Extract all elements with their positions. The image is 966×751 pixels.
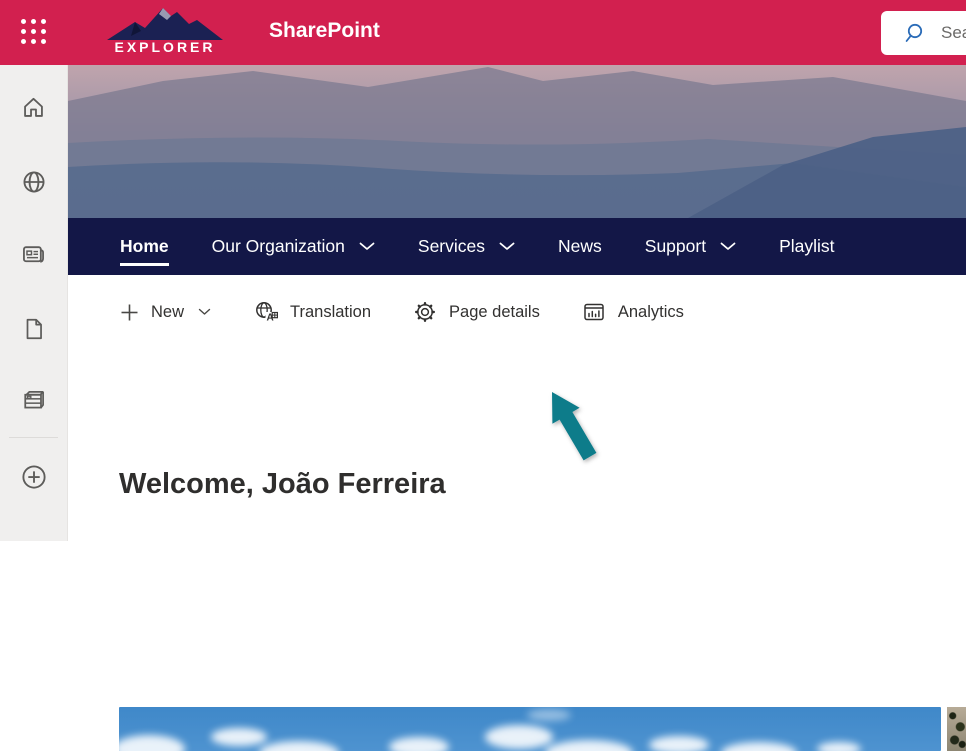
nav-label: Home — [120, 236, 169, 257]
sidebar-divider — [9, 437, 58, 438]
sidebar-item-create[interactable] — [14, 457, 54, 497]
suite-header: EXPLORER SharePoint — [0, 0, 966, 65]
nav-item-home[interactable]: Home — [120, 218, 169, 275]
nav-label: News — [558, 236, 602, 257]
nav-item-support[interactable]: Support — [645, 218, 736, 275]
search-box[interactable] — [881, 11, 966, 55]
analytics-icon — [582, 300, 606, 324]
nav-item-services[interactable]: Services — [418, 218, 515, 275]
library-icon — [20, 386, 48, 414]
home-icon — [20, 94, 47, 121]
chevron-down-icon — [198, 308, 211, 316]
sky-photo-image — [119, 707, 941, 751]
analytics-button[interactable]: Analytics — [582, 300, 684, 324]
search-icon — [905, 22, 928, 45]
nav-label: Playlist — [779, 236, 834, 257]
globe-icon — [20, 168, 48, 196]
nav-item-playlist[interactable]: Playlist — [779, 218, 834, 275]
page-details-button-label: Page details — [449, 303, 540, 322]
page-title: Welcome, João Ferreira — [119, 468, 446, 501]
news-icon — [20, 241, 47, 268]
new-button[interactable]: New — [120, 303, 211, 322]
sidebar-item-news[interactable] — [14, 234, 54, 274]
site-navigation: Home Our Organization Services News Supp… — [68, 218, 966, 275]
pointer-arrow-annotation — [528, 388, 618, 473]
hero-banner-image — [68, 65, 966, 218]
app-title: SharePoint — [269, 19, 380, 43]
search-input[interactable] — [941, 23, 966, 43]
logo-text: EXPLORER — [114, 40, 215, 54]
nav-item-news[interactable]: News — [558, 218, 602, 275]
nav-label: Support — [645, 236, 706, 257]
main-area: Home Our Organization Services News Supp… — [68, 65, 966, 541]
sidebar-item-home[interactable] — [14, 87, 54, 127]
app-rail-sidebar — [0, 65, 68, 541]
chevron-down-icon — [720, 242, 736, 251]
secondary-photo-image — [947, 707, 966, 751]
create-icon — [19, 462, 49, 492]
chevron-down-icon — [359, 242, 375, 251]
page-details-button[interactable]: Page details — [413, 300, 540, 324]
nav-item-our-organization[interactable]: Our Organization — [212, 218, 375, 275]
nav-label: Services — [418, 236, 485, 257]
site-logo[interactable]: EXPLORER — [104, 6, 226, 59]
sidebar-item-library[interactable] — [14, 380, 54, 420]
translation-button[interactable]: A Translation — [253, 300, 371, 324]
nav-label: Our Organization — [212, 236, 345, 257]
page-content: New A Translation — [68, 275, 966, 541]
chevron-down-icon — [499, 242, 515, 251]
new-button-label: New — [151, 303, 184, 322]
analytics-button-label: Analytics — [618, 303, 684, 322]
app-launcher-waffle-icon[interactable] — [19, 17, 49, 47]
plus-icon — [120, 303, 139, 322]
sidebar-item-sites[interactable] — [14, 162, 54, 202]
gear-icon — [413, 300, 437, 324]
mountain-logo-icon — [105, 6, 225, 42]
translation-button-label: Translation — [290, 303, 371, 322]
sidebar-item-pages[interactable] — [14, 309, 54, 349]
page-icon — [21, 316, 47, 342]
command-bar: New A Translation — [120, 300, 684, 324]
translation-icon: A — [253, 300, 278, 324]
